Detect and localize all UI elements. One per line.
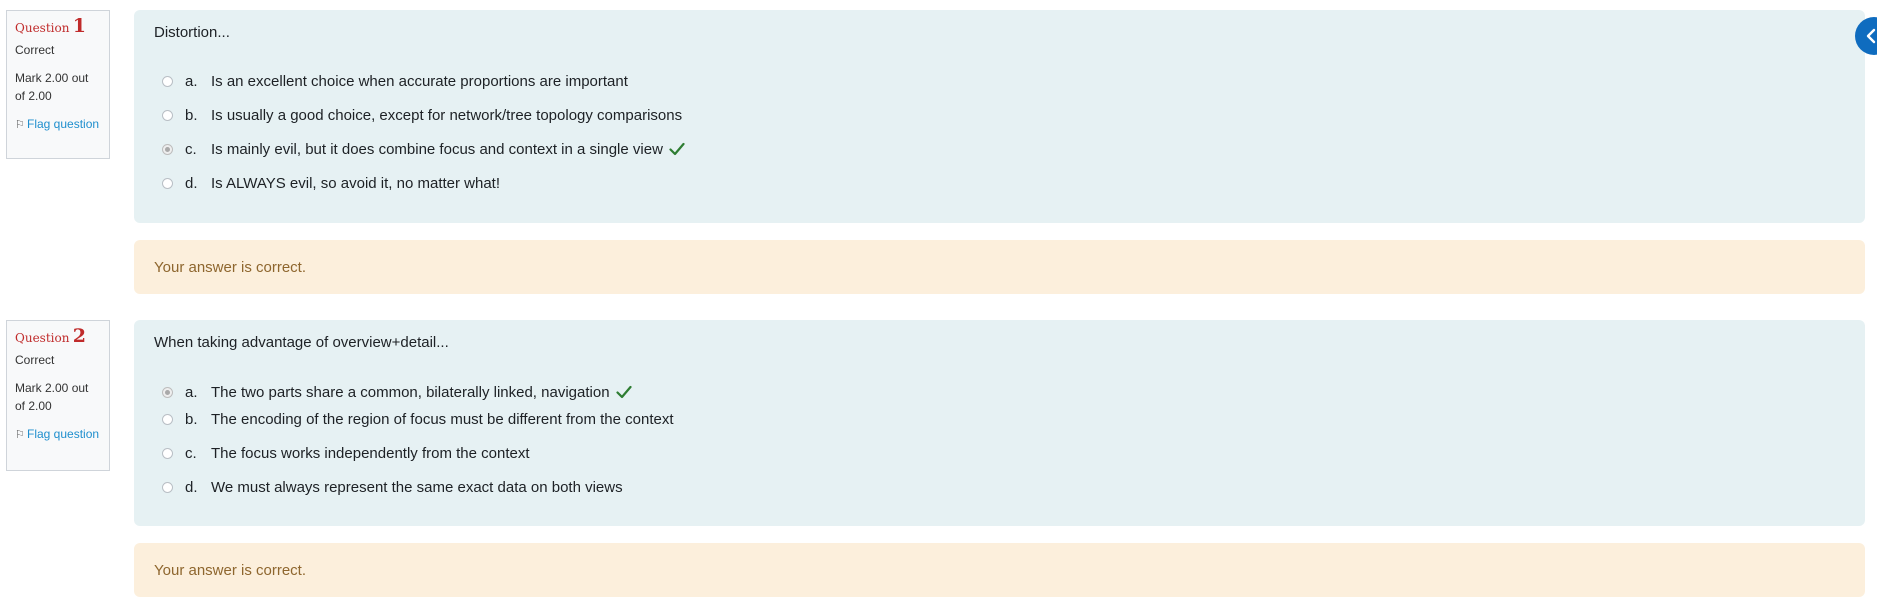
question-grade: Mark 2.00 out of 2.00 [15, 381, 89, 413]
answer-text: Is usually a good choice, except for net… [211, 106, 683, 124]
answer-text: Is ALWAYS evil, so avoid it, no matter w… [211, 174, 501, 192]
question-number: Question 2 [15, 325, 87, 347]
question-state: Correct [15, 353, 55, 367]
answer-option-d[interactable]: d. We must always represent the same exa… [162, 476, 623, 498]
question-info-2: Question 2 Correct Mark 2.00 out of 2.00… [6, 320, 110, 471]
answer-option-c[interactable]: c. The focus works independently from th… [162, 442, 530, 464]
check-icon [669, 142, 685, 156]
question-text: When taking advantage of overview+detail… [154, 334, 449, 351]
flag-icon: ⚐ [15, 429, 25, 441]
answer-option-c[interactable]: c. Is mainly evil, but it does combine f… [162, 138, 685, 160]
answer-letter: c. [185, 140, 197, 158]
answer-letter: b. [185, 410, 198, 428]
question-formulation-1: Distortion... a. Is an excellent choice … [134, 10, 1865, 223]
answer-radio-selected[interactable] [162, 386, 173, 398]
answer-letter: d. [185, 174, 198, 192]
answer-option-a[interactable]: a. Is an excellent choice when accurate … [162, 70, 628, 92]
answer-radio[interactable] [162, 413, 173, 425]
answer-radio[interactable] [162, 75, 173, 87]
answer-option-d[interactable]: d. Is ALWAYS evil, so avoid it, no matte… [162, 172, 500, 194]
check-icon [615, 385, 632, 399]
question-number: Question 1 [15, 15, 87, 37]
flag-question-link[interactable]: ⚐ Flag question [15, 425, 101, 444]
answer-feedback-1: Your answer is correct. [134, 240, 1865, 294]
flag-icon: ⚐ [15, 119, 25, 131]
question-formulation-2: When taking advantage of overview+detail… [134, 320, 1865, 526]
answer-feedback-2: Your answer is correct. [134, 543, 1865, 597]
answer-option-b[interactable]: b. The encoding of the region of focus m… [162, 408, 674, 430]
answer-radio[interactable] [162, 481, 173, 493]
answer-radio-selected[interactable] [162, 143, 173, 155]
answer-letter: a. [185, 72, 198, 90]
question-info-1: Question 1 Correct Mark 2.00 out of 2.00… [6, 10, 110, 159]
answer-radio[interactable] [162, 109, 173, 121]
answer-radio[interactable] [162, 177, 173, 189]
answer-text: The focus works independently from the c… [211, 444, 530, 462]
answer-text: We must always represent the same exact … [211, 478, 623, 496]
answer-option-b[interactable]: b. Is usually a good choice, except for … [162, 104, 682, 126]
question-state: Correct [15, 43, 55, 57]
answer-letter: c. [185, 444, 197, 462]
chevron-left-icon [1865, 28, 1877, 44]
flag-question-link[interactable]: ⚐ Flag question [15, 115, 101, 134]
answer-letter: b. [185, 106, 198, 124]
answer-letter: d. [185, 478, 198, 496]
answer-text: Is mainly evil, but it does combine focu… [211, 140, 663, 158]
answer-text: Is an excellent choice when accurate pro… [211, 72, 628, 90]
answer-radio[interactable] [162, 447, 173, 459]
question-text: Distortion... [154, 24, 230, 41]
answer-letter: a. [185, 383, 198, 401]
question-grade: Mark 2.00 out of 2.00 [15, 71, 89, 103]
answer-option-a[interactable]: a. The two parts share a common, bilater… [162, 381, 632, 403]
answer-text: The two parts share a common, bilaterall… [211, 383, 610, 401]
answer-text: The encoding of the region of focus must… [211, 410, 674, 428]
